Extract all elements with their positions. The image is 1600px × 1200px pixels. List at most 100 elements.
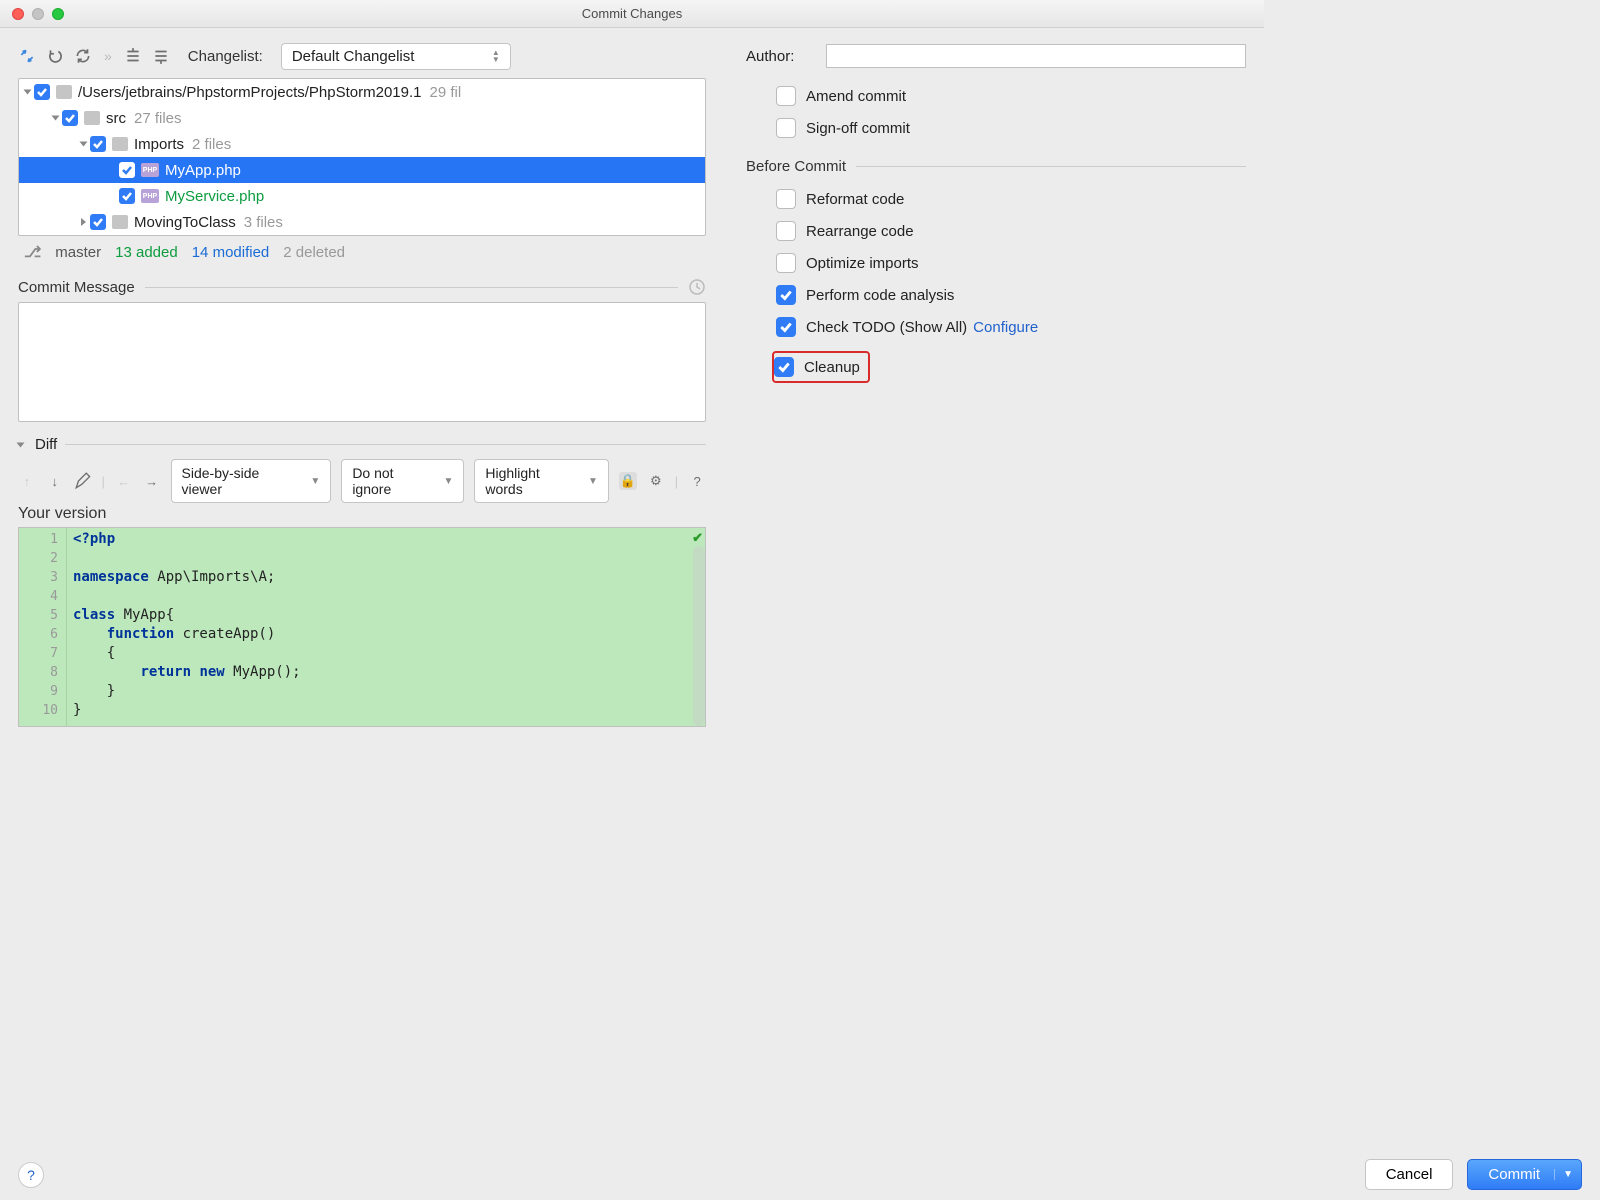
- help-button[interactable]: ?: [18, 1162, 44, 1188]
- diff-section-header[interactable]: Diff: [18, 436, 706, 453]
- php-file-icon: PHP: [141, 189, 159, 203]
- section-divider: [145, 287, 678, 288]
- button-group: Cancel Commit ▼: [1365, 1159, 1582, 1190]
- code-token: return new: [140, 664, 233, 680]
- code-token: createApp(): [183, 626, 276, 642]
- checkbox-unchecked[interactable]: [776, 221, 796, 241]
- tree-root-row[interactable]: /Users/jetbrains/PhpstormProjects/PhpSto…: [19, 79, 705, 105]
- cleanup-highlight: Cleanup: [772, 351, 870, 383]
- folder-icon: [84, 111, 100, 125]
- signoff-row[interactable]: Sign-off commit: [776, 118, 1246, 138]
- lock-icon[interactable]: 🔒: [619, 472, 637, 490]
- amend-commit-row[interactable]: Amend commit: [776, 86, 1246, 106]
- expand-triangle-icon[interactable]: [81, 218, 86, 226]
- tree-checkbox[interactable]: [90, 214, 106, 230]
- line-number: 6: [19, 625, 58, 644]
- tree-moving-count: 3 files: [244, 214, 283, 231]
- optimize-row[interactable]: Optimize imports: [776, 253, 1246, 273]
- changelist-value: Default Changelist: [292, 48, 415, 65]
- tree-src-count: 27 files: [134, 110, 182, 127]
- checkbox-unchecked[interactable]: [776, 118, 796, 138]
- optimize-label: Optimize imports: [806, 255, 919, 272]
- code-diff-viewer[interactable]: 1 2 3 4 5 6 7 8 9 10 <?php namespace App…: [18, 527, 706, 727]
- expand-triangle-icon[interactable]: [17, 442, 25, 447]
- next-diff-icon[interactable]: ↓: [46, 472, 64, 490]
- tree-checkbox[interactable]: [119, 162, 135, 178]
- rearrange-row[interactable]: Rearrange code: [776, 221, 1246, 241]
- chevron-down-icon: ▼: [310, 476, 320, 487]
- window-minimize-button[interactable]: [32, 8, 44, 20]
- checkbox-checked[interactable]: [776, 317, 796, 337]
- toolbar-more-icon[interactable]: »: [104, 48, 112, 64]
- line-number: 1: [19, 530, 58, 549]
- tree-checkbox[interactable]: [62, 110, 78, 126]
- code-token: MyApp{: [124, 607, 175, 623]
- line-number: 4: [19, 587, 58, 606]
- checkbox-checked[interactable]: [774, 357, 794, 377]
- tree-moving-name: MovingToClass: [134, 214, 236, 231]
- edit-icon[interactable]: [74, 472, 92, 490]
- ignore-dropdown[interactable]: Do not ignore ▼: [341, 459, 464, 503]
- line-number: 10: [19, 701, 58, 720]
- window-title: Commit Changes: [0, 6, 1264, 21]
- line-number: 5: [19, 606, 58, 625]
- chevron-down-icon: ▼: [443, 476, 453, 487]
- prev-diff-icon[interactable]: ↑: [18, 472, 36, 490]
- checkbox-unchecked[interactable]: [776, 253, 796, 273]
- checkbox-unchecked[interactable]: [776, 86, 796, 106]
- todo-row[interactable]: Check TODO (Show All) Configure: [776, 317, 1246, 337]
- help-icon[interactable]: ?: [688, 472, 706, 490]
- right-column: Author: Amend commit Sign-off commit Bef…: [706, 40, 1246, 898]
- cancel-button[interactable]: Cancel: [1365, 1159, 1454, 1190]
- status-modified: 14 modified: [192, 244, 270, 261]
- line-number: 2: [19, 549, 58, 568]
- checkbox-unchecked[interactable]: [776, 189, 796, 209]
- code-token: function: [107, 626, 183, 642]
- line-number: 3: [19, 568, 58, 587]
- section-divider: [856, 166, 1246, 167]
- cleanup-row[interactable]: Cleanup: [774, 357, 860, 377]
- refresh-icon[interactable]: [74, 47, 92, 65]
- file-tree[interactable]: /Users/jetbrains/PhpstormProjects/PhpSto…: [18, 78, 706, 236]
- changelist-dropdown[interactable]: Default Changelist ▲▼: [281, 43, 511, 70]
- tree-file-myapp[interactable]: PHP MyApp.php: [19, 157, 705, 183]
- window-zoom-button[interactable]: [52, 8, 64, 20]
- revert-icon[interactable]: [46, 47, 64, 65]
- tree-file-myservice[interactable]: PHP MyService.php: [19, 183, 705, 209]
- amend-label: Amend commit: [806, 88, 906, 105]
- code-body[interactable]: <?php namespace App\Imports\A; class MyA…: [67, 528, 705, 726]
- show-diff-icon[interactable]: [18, 47, 36, 65]
- tree-checkbox[interactable]: [34, 84, 50, 100]
- highlight-dropdown[interactable]: Highlight words ▼: [474, 459, 609, 503]
- checkbox-checked[interactable]: [776, 285, 796, 305]
- tree-checkbox[interactable]: [119, 188, 135, 204]
- reformat-row[interactable]: Reformat code: [776, 189, 1246, 209]
- history-icon[interactable]: [688, 278, 706, 296]
- configure-link[interactable]: Configure: [973, 319, 1038, 336]
- tree-src-row[interactable]: src 27 files: [19, 105, 705, 131]
- tree-moving-row[interactable]: MovingToClass 3 files: [19, 209, 705, 235]
- expand-triangle-icon[interactable]: [80, 142, 88, 147]
- commit-message-input[interactable]: [18, 302, 706, 422]
- author-input[interactable]: [826, 44, 1246, 68]
- back-icon[interactable]: ←: [115, 472, 133, 490]
- code-token: }: [73, 702, 81, 718]
- commit-button[interactable]: Commit ▼: [1467, 1159, 1582, 1190]
- gear-icon[interactable]: ⚙: [647, 472, 665, 490]
- window-close-button[interactable]: [12, 8, 24, 20]
- viewer-mode-dropdown[interactable]: Side-by-side viewer ▼: [171, 459, 332, 503]
- expand-triangle-icon[interactable]: [52, 116, 60, 121]
- commit-dropdown-icon[interactable]: ▼: [1554, 1169, 1573, 1180]
- expand-triangle-icon[interactable]: [24, 90, 32, 95]
- tree-imports-row[interactable]: Imports 2 files: [19, 131, 705, 157]
- scrollbar[interactable]: [693, 546, 705, 726]
- dropdown-arrows-icon: ▲▼: [492, 49, 500, 63]
- forward-icon[interactable]: →: [143, 472, 161, 490]
- expand-all-icon[interactable]: [124, 47, 142, 65]
- tree-checkbox[interactable]: [90, 136, 106, 152]
- commit-message-header: Commit Message: [18, 278, 706, 296]
- collapse-all-icon[interactable]: [152, 47, 170, 65]
- todo-label: Check TODO (Show All): [806, 319, 967, 336]
- tree-imports-name: Imports: [134, 136, 184, 153]
- analysis-row[interactable]: Perform code analysis: [776, 285, 1246, 305]
